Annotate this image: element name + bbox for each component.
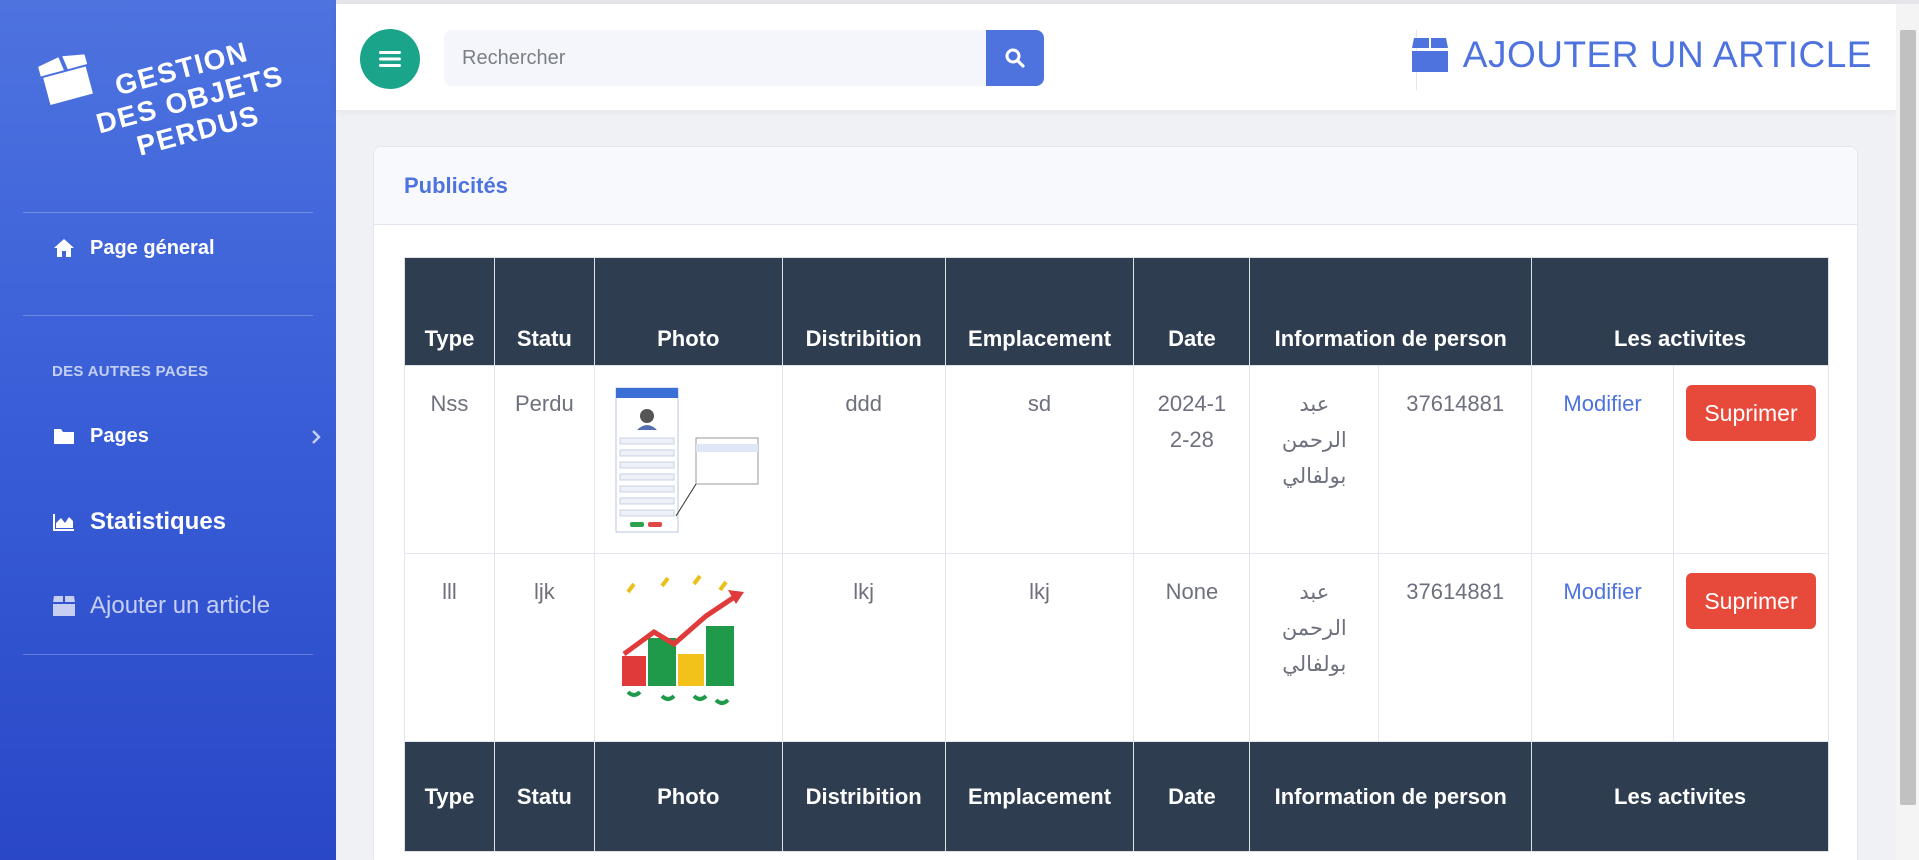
folder-icon — [52, 424, 76, 448]
cell-emplacement: lkj — [944, 553, 1135, 742]
column-footer-emplacement: Emplacement — [944, 741, 1135, 852]
cell-person-name: عبد الرحمن بولفالي — [1249, 365, 1380, 554]
search-input[interactable] — [444, 30, 988, 86]
cell-delete: Suprimer — [1672, 553, 1830, 742]
delete-button[interactable]: Suprimer — [1686, 573, 1816, 629]
column-header-emplacement: Emplacement — [944, 257, 1135, 366]
area-chart-icon — [52, 510, 76, 534]
cell-person-name: عبد الرحمن بولفالي — [1249, 553, 1380, 742]
hamburger-icon — [379, 51, 401, 67]
page-scrollbar-thumb[interactable] — [1900, 30, 1916, 805]
sidebar-section-heading: DES AUTRES PAGES — [52, 363, 209, 380]
modify-link[interactable]: Modifier — [1563, 391, 1641, 416]
cell-distribution: ddd — [781, 365, 946, 554]
column-footer-photo: Photo — [593, 741, 783, 852]
modify-link[interactable]: Modifier — [1563, 579, 1641, 604]
cell-person-phone: 37614881 — [1378, 365, 1533, 554]
cell-modify: Modifier — [1531, 553, 1674, 742]
column-header-type: Type — [404, 257, 495, 366]
cell-photo — [593, 365, 783, 554]
sidebar-divider — [23, 212, 313, 213]
column-footer-distribution: Distribition — [781, 741, 946, 852]
delete-button[interactable]: Suprimer — [1686, 385, 1816, 441]
sidebar: GESTION DES OBJETS PERDUS Page géneral D… — [0, 0, 336, 860]
add-article-link[interactable]: AJOUTER UN ARTICLE — [1411, 34, 1872, 76]
sidebar-item-label: Ajouter un article — [90, 592, 271, 619]
cell-emplacement: sd — [944, 365, 1135, 554]
cell-person-phone: 37614881 — [1378, 553, 1533, 742]
sidebar-brand[interactable]: GESTION DES OBJETS PERDUS — [0, 0, 336, 210]
column-header-distribution: Distribition — [781, 257, 946, 366]
sidebar-item-label: Page géneral — [90, 236, 215, 259]
table-row: lll ljk lkj lkj None عبد الرحمن بولفالي … — [404, 553, 1830, 742]
box-icon — [1411, 37, 1449, 73]
column-footer-activites: Les activites — [1531, 741, 1829, 852]
table-footer-row: Type Statu Photo Distribition Emplacemen… — [404, 741, 1829, 852]
brand-title: GESTION DES OBJETS PERDUS — [62, 23, 319, 178]
cell-statu: ljk — [493, 553, 595, 742]
card-header: Publicités — [374, 147, 1857, 225]
card-title: Publicités — [404, 172, 508, 198]
cell-photo — [593, 553, 783, 742]
sidebar-item-label: Pages — [90, 424, 149, 447]
publicites-table: Type Statu Photo Distribition Emplacemen… — [404, 257, 1830, 852]
column-header-activites: Les activites — [1531, 257, 1829, 366]
table-row: Nss Perdu ddd sd 2024-12-28 عبد الرحمن ب… — [404, 365, 1830, 554]
column-footer-date: Date — [1133, 741, 1251, 852]
table-header-row: Type Statu Photo Distribition Emplacemen… — [404, 257, 1829, 366]
home-icon — [52, 236, 76, 260]
publicites-card: Publicités Type Statu Photo Distribition… — [373, 146, 1858, 860]
cell-date: 2024-12-28 — [1133, 365, 1251, 554]
column-header-person: Information de person — [1249, 257, 1533, 366]
sidebar-item-label: Statistiques — [90, 508, 227, 535]
box-icon — [52, 594, 76, 618]
chevron-right-icon — [310, 428, 322, 451]
sidebar-item-pages[interactable]: Pages — [52, 424, 322, 448]
item-photo[interactable] — [614, 574, 762, 714]
cell-distribution: lkj — [781, 553, 946, 742]
cell-delete: Suprimer — [1672, 365, 1830, 554]
search-icon — [1005, 48, 1025, 68]
item-photo[interactable] — [614, 386, 762, 534]
column-header-date: Date — [1133, 257, 1251, 366]
sidebar-divider — [23, 654, 313, 655]
sidebar-item-statistiques[interactable]: Statistiques — [52, 508, 226, 536]
cell-type: Nss — [404, 365, 495, 554]
column-footer-statu: Statu — [493, 741, 595, 852]
sidebar-item-home[interactable]: Page géneral — [52, 236, 215, 260]
cell-type: lll — [404, 553, 495, 742]
column-header-statu: Statu — [493, 257, 595, 366]
cell-date: None — [1133, 553, 1251, 742]
cell-modify: Modifier — [1531, 365, 1674, 554]
column-footer-type: Type — [404, 741, 495, 852]
add-article-label: AJOUTER UN ARTICLE — [1462, 34, 1872, 75]
cell-statu: Perdu — [493, 365, 595, 554]
sidebar-divider — [23, 315, 313, 316]
column-header-photo: Photo — [593, 257, 783, 366]
sidebar-item-ajouter-article[interactable]: Ajouter un article — [52, 592, 270, 620]
search-button[interactable] — [986, 30, 1044, 86]
menu-toggle-button[interactable] — [360, 29, 420, 89]
topbar: AJOUTER UN ARTICLE — [336, 4, 1896, 110]
column-footer-person: Information de person — [1249, 741, 1533, 852]
